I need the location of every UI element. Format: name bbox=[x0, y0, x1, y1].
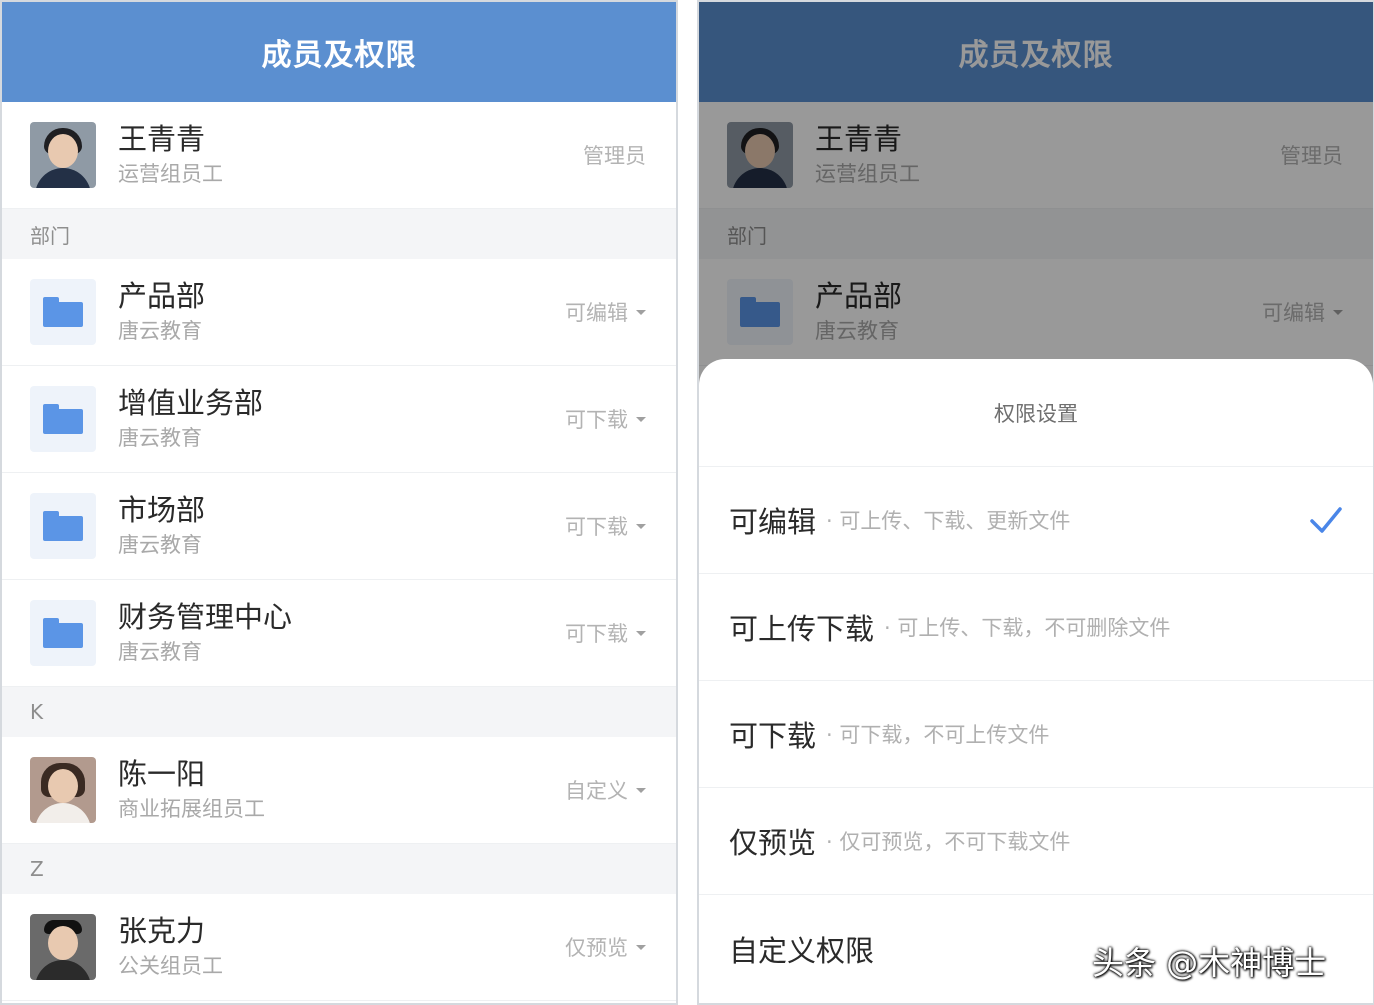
member-name: 陈一阳 bbox=[118, 757, 206, 791]
permission-settings-screen: 成员及权限 王青青 运营组员工 管理员 部门 产品部 唐云教育 可编辑 权限设置… bbox=[697, 0, 1374, 1005]
member-role-desc: 公关组员工 bbox=[118, 954, 223, 978]
option-description: · 可下载，不可上传文件 bbox=[826, 723, 1050, 747]
member-permissions-screen: 成员及权限 王青青 运营组员工 管理员 部门 产品部 唐云教育 可编辑 增值业务… bbox=[0, 0, 678, 1005]
option-upload-download[interactable]: 可上传下载 · 可上传、下载，不可删除文件 bbox=[699, 574, 1373, 681]
member-name: 王青青 bbox=[118, 122, 206, 156]
permission-label: 仅预览 bbox=[565, 936, 628, 960]
avatar bbox=[30, 914, 96, 980]
department-org: 唐云教育 bbox=[118, 319, 202, 343]
avatar bbox=[30, 757, 96, 823]
admin-role-label: 管理员 bbox=[583, 144, 646, 168]
permission-label: 可下载 bbox=[565, 622, 628, 646]
option-label: 可下载 bbox=[729, 719, 817, 753]
list-item[interactable]: 张克力 公关组员工 仅预览 bbox=[2, 894, 676, 1001]
department-name: 市场部 bbox=[118, 493, 206, 527]
caret-down-icon bbox=[636, 787, 646, 793]
list-item[interactable]: 陈一阳 商业拓展组员工 自定义 bbox=[2, 737, 676, 844]
folder-icon bbox=[30, 493, 96, 559]
folder-icon bbox=[30, 279, 96, 345]
caret-down-icon bbox=[636, 416, 646, 422]
admin-row[interactable]: 王青青 运营组员工 管理员 bbox=[2, 102, 676, 209]
permission-label: 可下载 bbox=[565, 408, 628, 432]
department-org: 唐云教育 bbox=[118, 533, 202, 557]
page-title: 成员及权限 bbox=[2, 2, 676, 102]
sheet-title: 权限设置 bbox=[699, 359, 1373, 467]
option-label: 可上传下载 bbox=[729, 612, 875, 646]
permission-dropdown[interactable]: 可编辑 bbox=[565, 297, 646, 327]
permission-dropdown[interactable]: 可下载 bbox=[565, 618, 646, 648]
option-description: · 可上传、下载、更新文件 bbox=[826, 509, 1071, 533]
folder-icon bbox=[30, 386, 96, 452]
option-preview-only[interactable]: 仅预览 · 仅可预览，不可下载文件 bbox=[699, 788, 1373, 895]
permission-dropdown[interactable]: 仅预览 bbox=[565, 932, 646, 962]
watermark: 头条 @木神博士 bbox=[1092, 944, 1327, 982]
caret-down-icon bbox=[636, 944, 646, 950]
member-role-desc: 运营组员工 bbox=[118, 162, 223, 186]
caret-down-icon bbox=[636, 523, 646, 529]
member-name: 张克力 bbox=[118, 914, 206, 948]
option-editable[interactable]: 可编辑 · 可上传、下载、更新文件 bbox=[699, 467, 1373, 574]
option-description: · 可上传、下载，不可删除文件 bbox=[884, 616, 1171, 640]
option-description: · 仅可预览，不可下载文件 bbox=[826, 830, 1071, 854]
permission-label: 可编辑 bbox=[565, 301, 628, 325]
option-label: 自定义权限 bbox=[729, 933, 875, 968]
option-label: 可编辑 bbox=[729, 505, 817, 539]
section-header-dept: 部门 bbox=[2, 209, 676, 259]
list-item[interactable]: 产品部 唐云教育 可编辑 bbox=[2, 259, 676, 366]
section-header-k: K bbox=[2, 687, 676, 737]
permission-label: 可下载 bbox=[565, 515, 628, 539]
list-item[interactable]: 财务管理中心 唐云教育 可下载 bbox=[2, 580, 676, 687]
permission-label: 自定义 bbox=[565, 779, 628, 803]
permission-dropdown[interactable]: 可下载 bbox=[565, 404, 646, 434]
department-org: 唐云教育 bbox=[118, 426, 202, 450]
list-item[interactable]: 市场部 唐云教育 可下载 bbox=[2, 473, 676, 580]
caret-down-icon bbox=[636, 309, 646, 315]
option-download[interactable]: 可下载 · 可下载，不可上传文件 bbox=[699, 681, 1373, 788]
checkmark-icon bbox=[1310, 507, 1342, 533]
department-name: 产品部 bbox=[118, 279, 206, 313]
member-role-desc: 商业拓展组员工 bbox=[118, 797, 265, 821]
caret-down-icon bbox=[636, 630, 646, 636]
avatar bbox=[30, 122, 96, 188]
permission-bottom-sheet: 权限设置 可编辑 · 可上传、下载、更新文件 可上传下载 · 可上传、下载，不可… bbox=[699, 359, 1373, 1003]
folder-icon bbox=[30, 600, 96, 666]
permission-dropdown[interactable]: 可下载 bbox=[565, 511, 646, 541]
section-header-z: Z bbox=[2, 844, 676, 894]
department-name: 财务管理中心 bbox=[118, 600, 293, 634]
permission-dropdown[interactable]: 自定义 bbox=[565, 775, 646, 805]
department-org: 唐云教育 bbox=[118, 640, 202, 664]
list-item[interactable]: 增值业务部 唐云教育 可下载 bbox=[2, 366, 676, 473]
department-name: 增值业务部 bbox=[118, 386, 264, 420]
option-label: 仅预览 bbox=[729, 826, 817, 860]
